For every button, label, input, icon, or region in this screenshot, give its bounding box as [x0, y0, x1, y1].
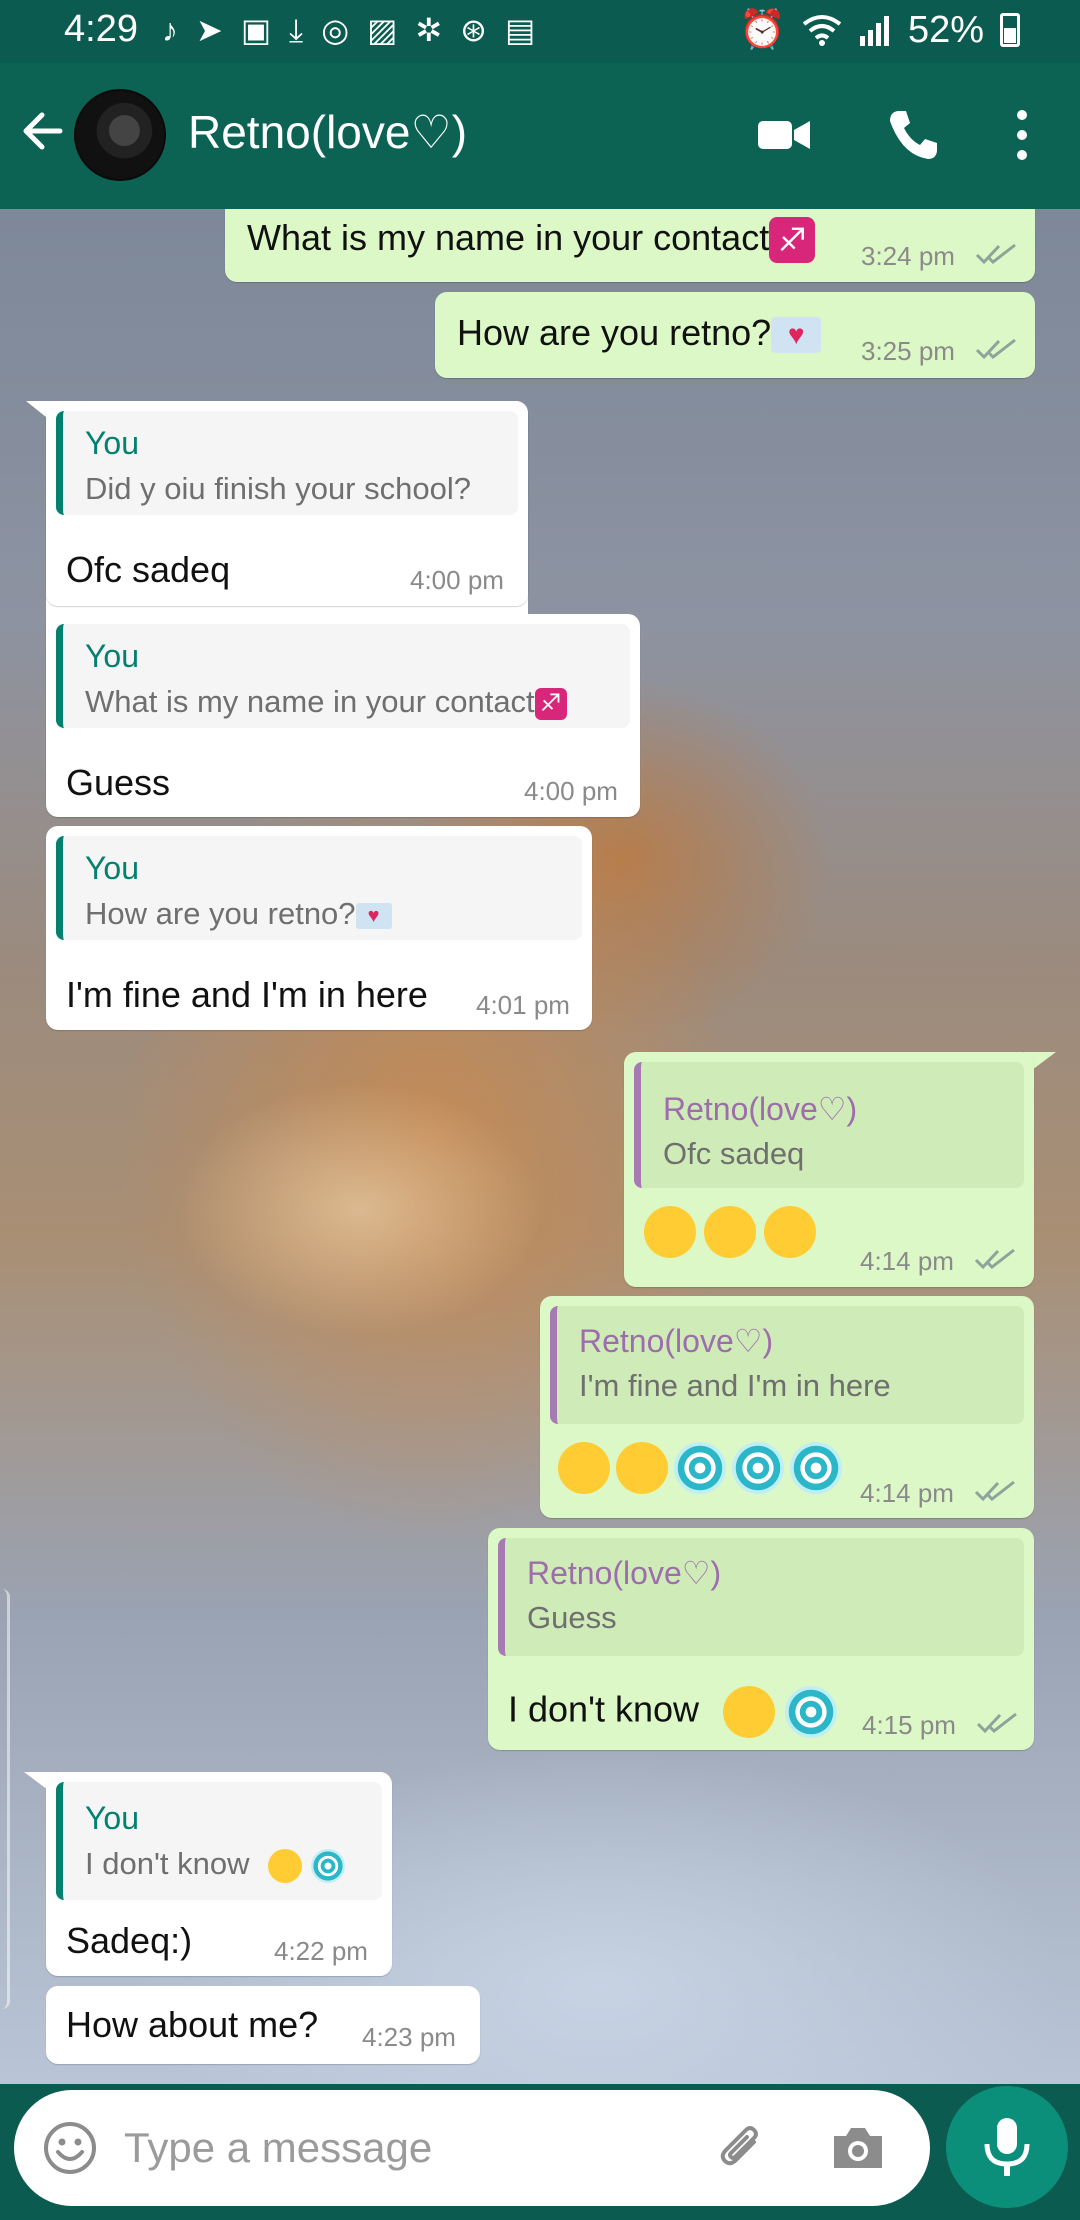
message-text: How about me?	[66, 2004, 319, 2045]
message-time: 4:22 pm	[274, 1936, 368, 1966]
message-bubble-incoming[interactable]: How about me? 4:23 pm	[46, 1986, 480, 2064]
quote-text: I'm fine and I'm in here	[579, 1368, 891, 1403]
cyclone-emoji	[732, 1442, 784, 1494]
message-time: 4:14 pm	[860, 1478, 954, 1508]
cyclone-emoji	[310, 1848, 345, 1883]
message-bubble-incoming[interactable]: You How are you retno? ♥ I'm fine and I'm…	[46, 826, 592, 1030]
quote-author: You	[85, 850, 139, 886]
message-input[interactable]	[124, 2118, 684, 2178]
quoted-message[interactable]: You I don't know	[56, 1782, 382, 1900]
message-text: I don't know	[508, 1688, 699, 1730]
message-time: 4:15 pm	[862, 1710, 956, 1740]
emoji-reaction-row	[558, 1442, 842, 1494]
quote-author: Retno(love♡)	[579, 1323, 774, 1359]
camera-icon[interactable]	[828, 2120, 888, 2176]
quoted-message[interactable]: You Did y oiu finish your school?	[56, 411, 518, 515]
quoted-message[interactable]: Retno(love♡) Guess	[498, 1538, 1024, 1656]
quote-text: Did y oiu finish your school?	[85, 471, 471, 506]
microphone-icon	[984, 2118, 1030, 2176]
message-bubble-incoming[interactable]: You I don't know Sadeq:) 4:22 pm	[46, 1772, 392, 1976]
message-time: 4:23 pm	[362, 2022, 456, 2052]
read-ticks-icon	[976, 1712, 1017, 1734]
quote-text: I don't know	[85, 1846, 250, 1881]
message-bubble-outgoing[interactable]: Retno(love♡) Guess I don't know 4:15 pm	[488, 1528, 1034, 1750]
read-ticks-icon	[974, 1248, 1015, 1270]
emoji-reaction-row	[644, 1206, 816, 1258]
message-time: 4:14 pm	[860, 1246, 954, 1276]
quote-author: Retno(love♡)	[663, 1091, 858, 1127]
message-time: 4:00 pm	[524, 776, 618, 806]
smiling-face-emoji	[616, 1442, 668, 1494]
quoted-message[interactable]: Retno(love♡) Ofc sadeq	[634, 1062, 1024, 1188]
message-bubble-incoming[interactable]: You What is my name in your contact ♐ Gue…	[46, 614, 640, 817]
tears-of-joy-emoji	[723, 1686, 776, 1738]
message-bubble-outgoing[interactable]: Retno(love♡) I'm fine and I'm in here 4:…	[540, 1296, 1034, 1518]
quoted-message[interactable]: You How are you retno? ♥	[56, 836, 582, 940]
message-text: I'm fine and I'm in here	[66, 974, 428, 1015]
message-bubble-outgoing[interactable]: Retno(love♡) Ofc sadeq 4:14 pm	[624, 1052, 1034, 1287]
cyclone-emoji	[785, 1686, 838, 1738]
quote-text: What is my name in your contact	[85, 684, 535, 719]
emoji-icon[interactable]	[42, 2120, 98, 2176]
sagittarius-emoji: ♐	[534, 687, 567, 720]
message-time: 4:01 pm	[476, 990, 570, 1020]
quoted-message[interactable]: Retno(love♡) I'm fine and I'm in here	[550, 1306, 1024, 1424]
tears-of-joy-emoji	[644, 1206, 696, 1258]
heart-eyes-emoji	[558, 1442, 610, 1494]
message-text: Guess	[66, 762, 171, 803]
heart-eyes-emoji	[704, 1206, 756, 1258]
message-text: Ofc sadeq	[66, 549, 231, 590]
quoted-message[interactable]: You What is my name in your contact ♐	[56, 624, 630, 728]
cyclone-emoji	[674, 1442, 726, 1494]
quote-text: Ofc sadeq	[663, 1136, 805, 1171]
heart-eyes-emoji	[764, 1206, 816, 1258]
message-list: You Did y oiu finish your school? Ofc sa…	[0, 0, 1080, 2084]
quote-author: You	[85, 425, 139, 461]
message-bubble-incoming[interactable]: You Did y oiu finish your school? Ofc sa…	[46, 401, 528, 606]
quote-text: Guess	[527, 1600, 617, 1635]
message-text: Sadeq:)	[66, 1920, 193, 1961]
quote-author: Retno(love♡)	[527, 1555, 722, 1591]
tears-of-joy-emoji	[268, 1848, 303, 1883]
cyclone-emoji	[790, 1442, 842, 1494]
message-time: 4:00 pm	[410, 565, 504, 595]
voice-record-button[interactable]	[946, 2086, 1068, 2208]
quote-author: You	[85, 1800, 139, 1836]
read-ticks-icon	[974, 1480, 1015, 1502]
message-input-bar	[14, 2090, 930, 2206]
attachment-icon[interactable]	[714, 2120, 770, 2176]
love-letter-emoji: ♥	[355, 902, 392, 929]
quote-author: You	[85, 638, 139, 674]
quote-text: How are you retno?	[85, 896, 356, 931]
